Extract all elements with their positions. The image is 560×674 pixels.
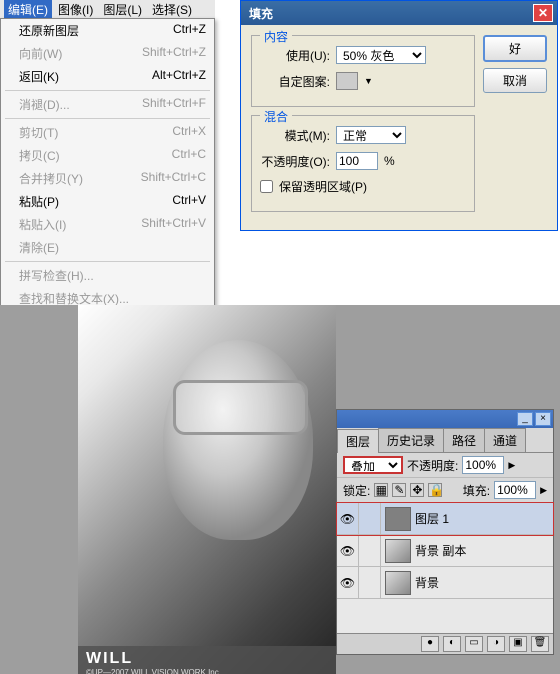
menu-paste[interactable]: 粘贴(P)Ctrl+V [1,190,214,213]
photo-face [163,340,313,540]
preserve-label: 保留透明区域(P) [279,178,367,195]
photo-logo: WILL [86,650,328,668]
menu-select[interactable]: 选择(S) [148,0,196,20]
layer-row[interactable]: 👁 背景 [337,567,553,599]
layer-thumb[interactable] [385,507,411,531]
visibility-icon[interactable]: 👁 [337,503,359,534]
tab-layers[interactable]: 图层 [337,429,379,453]
menu-back[interactable]: 返回(K)Alt+Ctrl+Z [1,65,214,88]
menu-layer[interactable]: 图层(L) [99,0,146,20]
dialog-title: 填充 [249,5,273,22]
layer-name[interactable]: 图层 1 [415,510,449,527]
minimize-icon[interactable]: _ [517,412,533,426]
close-panel-icon[interactable]: × [535,412,551,426]
mask-icon[interactable]: ◐ [443,636,461,652]
layer-opacity-label: 不透明度: [407,457,458,474]
photo-document[interactable]: WILL ©UP—2007 WILL VISION WORK.Inc [78,305,336,674]
layer-thumb[interactable] [385,571,411,595]
menu-spellcheck: 拼写检查(H)... [1,264,214,287]
opacity-input[interactable] [336,152,378,170]
blend-legend: 混合 [260,108,292,125]
menu-image[interactable]: 图像(I) [54,0,97,20]
layer-row[interactable]: 👁 图层 1 [337,503,553,535]
lock-all-icon[interactable]: 🔒 [428,483,442,497]
menu-fade: 消褪(D)...Shift+Ctrl+F [1,93,214,116]
tab-channels[interactable]: 通道 [484,428,526,452]
percent-label: % [384,154,395,168]
close-icon[interactable]: ✕ [533,4,553,22]
use-select[interactable]: 50% 灰色 [336,46,426,64]
visibility-icon[interactable]: 👁 [337,567,359,598]
blend-mode-select[interactable]: 叠加 [343,456,403,474]
opacity-label: 不透明度(O): [260,153,330,170]
fill-dialog: 填充 ✕ 内容 使用(U): 50% 灰色 自定图案: ▼ 混合 模式(M): [240,0,558,231]
link-col[interactable] [359,503,381,534]
separator [5,90,210,91]
separator [5,118,210,119]
tab-paths[interactable]: 路径 [443,428,485,452]
fill-label: 填充: [463,482,490,499]
fill-arrow-icon[interactable]: ▶ [540,485,547,496]
lock-label: 锁定: [343,482,370,499]
chevron-down-icon[interactable]: ▼ [364,76,373,86]
panel-footer: ● ◐ ▭ ◑ ▣ 🗑 [337,633,553,654]
layer-name[interactable]: 背景 副本 [415,542,466,559]
fill-input[interactable] [494,481,536,499]
panel-titlebar[interactable]: _ × [337,410,553,428]
content-fieldset: 内容 使用(U): 50% 灰色 自定图案: ▼ [251,35,475,107]
panel-tabs: 图层 历史记录 路径 通道 [337,428,553,453]
visibility-icon[interactable]: 👁 [337,535,359,566]
menubar: 编辑(E) 图像(I) 图层(L) 选择(S) [0,0,215,18]
menu-clear: 清除(E) [1,236,214,259]
layer-name[interactable]: 背景 [415,574,439,591]
menu-forward: 向前(W)Shift+Ctrl+Z [1,42,214,65]
ok-button[interactable]: 好 [483,35,547,62]
new-layer-icon[interactable]: ▣ [509,636,527,652]
menu-pasteinto: 粘贴入(I)Shift+Ctrl+V [1,213,214,236]
dialog-titlebar[interactable]: 填充 ✕ [241,1,557,25]
menu-copymerge: 合并拷贝(Y)Shift+Ctrl+C [1,167,214,190]
opacity-arrow-icon[interactable]: ▶ [508,460,515,471]
layer-thumb[interactable] [385,539,411,563]
pattern-label: 自定图案: [260,73,330,90]
link-col[interactable] [359,567,381,598]
content-legend: 内容 [260,28,292,45]
mode-label: 模式(M): [260,127,330,144]
preserve-checkbox[interactable] [260,180,273,193]
cancel-button[interactable]: 取消 [483,68,547,93]
blend-fieldset: 混合 模式(M): 正常 不透明度(O): % 保留透明区域(P) [251,115,475,212]
layers-panel: _ × 图层 历史记录 路径 通道 叠加 不透明度: ▶ 锁定: ▦ ✎ ✥ 🔒… [336,409,554,655]
lock-move-icon[interactable]: ✥ [410,483,424,497]
layer-row[interactable]: 👁 背景 副本 [337,535,553,567]
layers-list: 👁 图层 1 👁 背景 副本 👁 背景 [337,503,553,633]
menu-cut: 剪切(T)Ctrl+X [1,121,214,144]
photo-goggles [173,380,308,435]
use-label: 使用(U): [260,47,330,64]
lock-brush-icon[interactable]: ✎ [392,483,406,497]
mode-select[interactable]: 正常 [336,126,406,144]
menu-copy: 拷贝(C)Ctrl+C [1,144,214,167]
fx-icon[interactable]: ● [421,636,439,652]
link-col[interactable] [359,535,381,566]
adjustment-icon[interactable]: ◑ [487,636,505,652]
menu-undo[interactable]: 还原新图层Ctrl+Z [1,19,214,42]
folder-icon[interactable]: ▭ [465,636,483,652]
layer-opacity-input[interactable] [462,456,504,474]
photo-subtitle: ©UP—2007 WILL VISION WORK.Inc [86,668,328,674]
tab-history[interactable]: 历史记录 [378,428,444,452]
trash-icon[interactable]: 🗑 [531,636,549,652]
lock-transparency-icon[interactable]: ▦ [374,483,388,497]
photo-caption: WILL ©UP—2007 WILL VISION WORK.Inc [78,646,336,674]
separator [5,261,210,262]
menu-edit[interactable]: 编辑(E) [4,0,52,20]
pattern-swatch[interactable] [336,72,358,90]
